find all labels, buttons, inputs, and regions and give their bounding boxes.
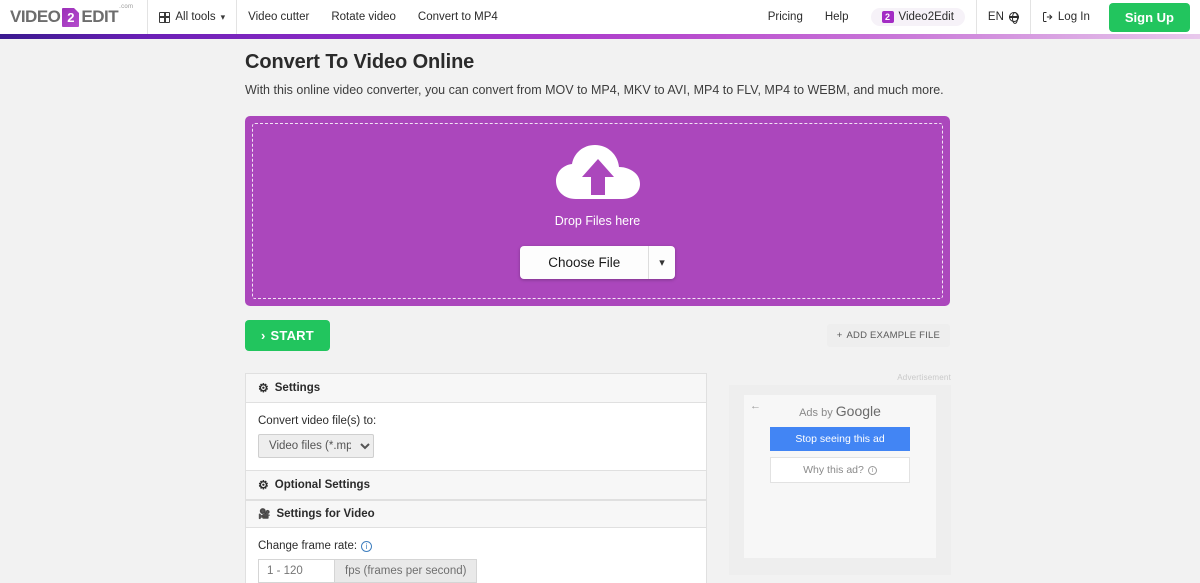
primary-nav: All tools ▾ Video cutter Rotate video Co… (148, 0, 508, 34)
format-field-label: Convert video file(s) to: (258, 415, 377, 427)
login-icon (1042, 12, 1053, 22)
ad-overlay-panel: ← Ads by Google Stop seeing this ad Why … (744, 395, 936, 558)
google-brand: Google (835, 403, 881, 419)
dropzone-content: Drop Files here (554, 143, 642, 228)
nav-item-video-cutter[interactable]: Video cutter (237, 0, 320, 34)
frame-rate-label: Change frame rate: (258, 540, 358, 552)
grid-icon (159, 11, 171, 23)
product-chip[interactable]: 2 Video2Edit (870, 8, 965, 26)
info-icon: i (867, 465, 877, 475)
settings-panel-body: Convert video file(s) to: Video files (*… (246, 403, 706, 470)
start-button[interactable]: › START (245, 320, 330, 351)
add-example-file-label: ADD EXAMPLE FILE (846, 330, 940, 341)
video-camera-icon (258, 508, 270, 520)
header-gradient-bar (0, 34, 1200, 39)
settings-panel-header: Settings (246, 374, 706, 403)
nav-item-pricing[interactable]: Pricing (757, 0, 814, 34)
secondary-nav: Pricing Help 2 Video2Edit EN Log In Sign… (757, 0, 1200, 34)
advertisement-label: Advertisement (897, 373, 951, 382)
gears-icon (258, 381, 269, 395)
dropzone-label: Drop Files here (554, 214, 641, 228)
stop-seeing-ad-button[interactable]: Stop seeing this ad (770, 427, 910, 451)
language-label: EN (987, 11, 1004, 23)
optional-settings-panel: Optional Settings (245, 471, 707, 501)
page-title: Convert To Video Online (245, 51, 475, 73)
page-subtitle: With this online video converter, you ca… (245, 83, 944, 97)
ads-by-prefix: Ads by (799, 407, 836, 419)
info-icon[interactable]: i (361, 540, 373, 552)
choose-file-dropdown-toggle[interactable]: ▾ (648, 246, 675, 279)
frame-rate-input-group: fps (frames per second) (258, 559, 694, 583)
login-label: Log In (1057, 11, 1090, 23)
main-container: Convert To Video Online With this online… (245, 34, 955, 583)
logo-tld: .com (119, 4, 134, 10)
gears-icon (258, 478, 269, 492)
start-button-label: START (270, 328, 314, 343)
settings-panel: Settings Convert video file(s) to: Video… (245, 373, 707, 471)
ads-by-google-label: Ads by Google (744, 403, 936, 419)
frame-rate-label-row: Change frame rate: i (258, 540, 694, 552)
site-header: VIDEO 2 EDIT .com All tools ▾ Video cutt… (0, 0, 1200, 34)
product-chip-label: Video2Edit (898, 11, 954, 23)
video-settings-header[interactable]: Settings for Video (246, 501, 706, 528)
chevron-down-icon: ▾ (659, 257, 665, 269)
add-example-file-button[interactable]: + ADD EXAMPLE FILE (826, 324, 950, 347)
settings-panel-title: Settings (274, 382, 321, 394)
video-settings-body: Change frame rate: i fps (frames per sec… (246, 528, 706, 583)
choose-file-button[interactable]: Choose File (520, 246, 649, 279)
lower-section: Settings Convert video file(s) to: Video… (245, 373, 955, 583)
optional-settings-header[interactable]: Optional Settings (246, 471, 706, 500)
advertisement-box: ← Ads by Google Stop seeing this ad Why … (729, 385, 951, 575)
nav-item-help[interactable]: Help (814, 0, 860, 34)
cloud-upload-icon (555, 145, 640, 199)
why-this-ad-label: Why this ad? (803, 464, 864, 476)
language-selector[interactable]: EN (977, 0, 1030, 34)
chevron-right-icon: › (261, 328, 266, 343)
nav-item-all-tools-label: All tools (175, 11, 216, 23)
nav-item-convert-to-mp4[interactable]: Convert to MP4 (407, 0, 509, 34)
chevron-down-icon: ▾ (220, 11, 226, 22)
choose-file-group: Choose File ▾ (520, 246, 675, 279)
plus-icon: + (836, 330, 843, 341)
logo[interactable]: VIDEO 2 EDIT .com (0, 0, 149, 34)
logo-text-video: VIDEO (10, 7, 61, 26)
frame-rate-unit-label: fps (frames per second) (334, 559, 478, 583)
action-row: › START + ADD EXAMPLE FILE (245, 320, 950, 351)
optional-settings-title: Optional Settings (274, 479, 370, 491)
settings-column: Settings Convert video file(s) to: Video… (245, 373, 707, 583)
nav-item-all-tools[interactable]: All tools ▾ (148, 0, 236, 34)
signup-button[interactable]: Sign Up (1108, 2, 1190, 32)
video2edit-badge-icon: 2 (881, 11, 894, 23)
logo-text-edit: EDIT (81, 7, 119, 26)
file-dropzone[interactable]: Drop Files here Choose File ▾ (245, 116, 950, 306)
globe-icon (1008, 11, 1019, 24)
frame-rate-input[interactable] (258, 559, 334, 583)
why-this-ad-button[interactable]: Why this ad? i (770, 457, 910, 483)
advertisement-column: Advertisement ← Ads by Google Stop seein… (729, 373, 951, 575)
page-content: Convert To Video Online With this online… (0, 34, 1200, 583)
back-arrow-icon[interactable]: ← (750, 400, 761, 412)
output-format-select[interactable]: Video files (*.mp4) (258, 434, 374, 458)
video-settings-panel: Settings for Video Change frame rate: i … (245, 501, 707, 583)
video-settings-title: Settings for Video (276, 508, 375, 520)
login-button[interactable]: Log In (1031, 0, 1101, 34)
logo-badge-icon: 2 (62, 7, 80, 27)
product-switcher-chip[interactable]: 2 Video2Edit (860, 0, 976, 34)
nav-item-rotate-video[interactable]: Rotate video (320, 0, 407, 34)
